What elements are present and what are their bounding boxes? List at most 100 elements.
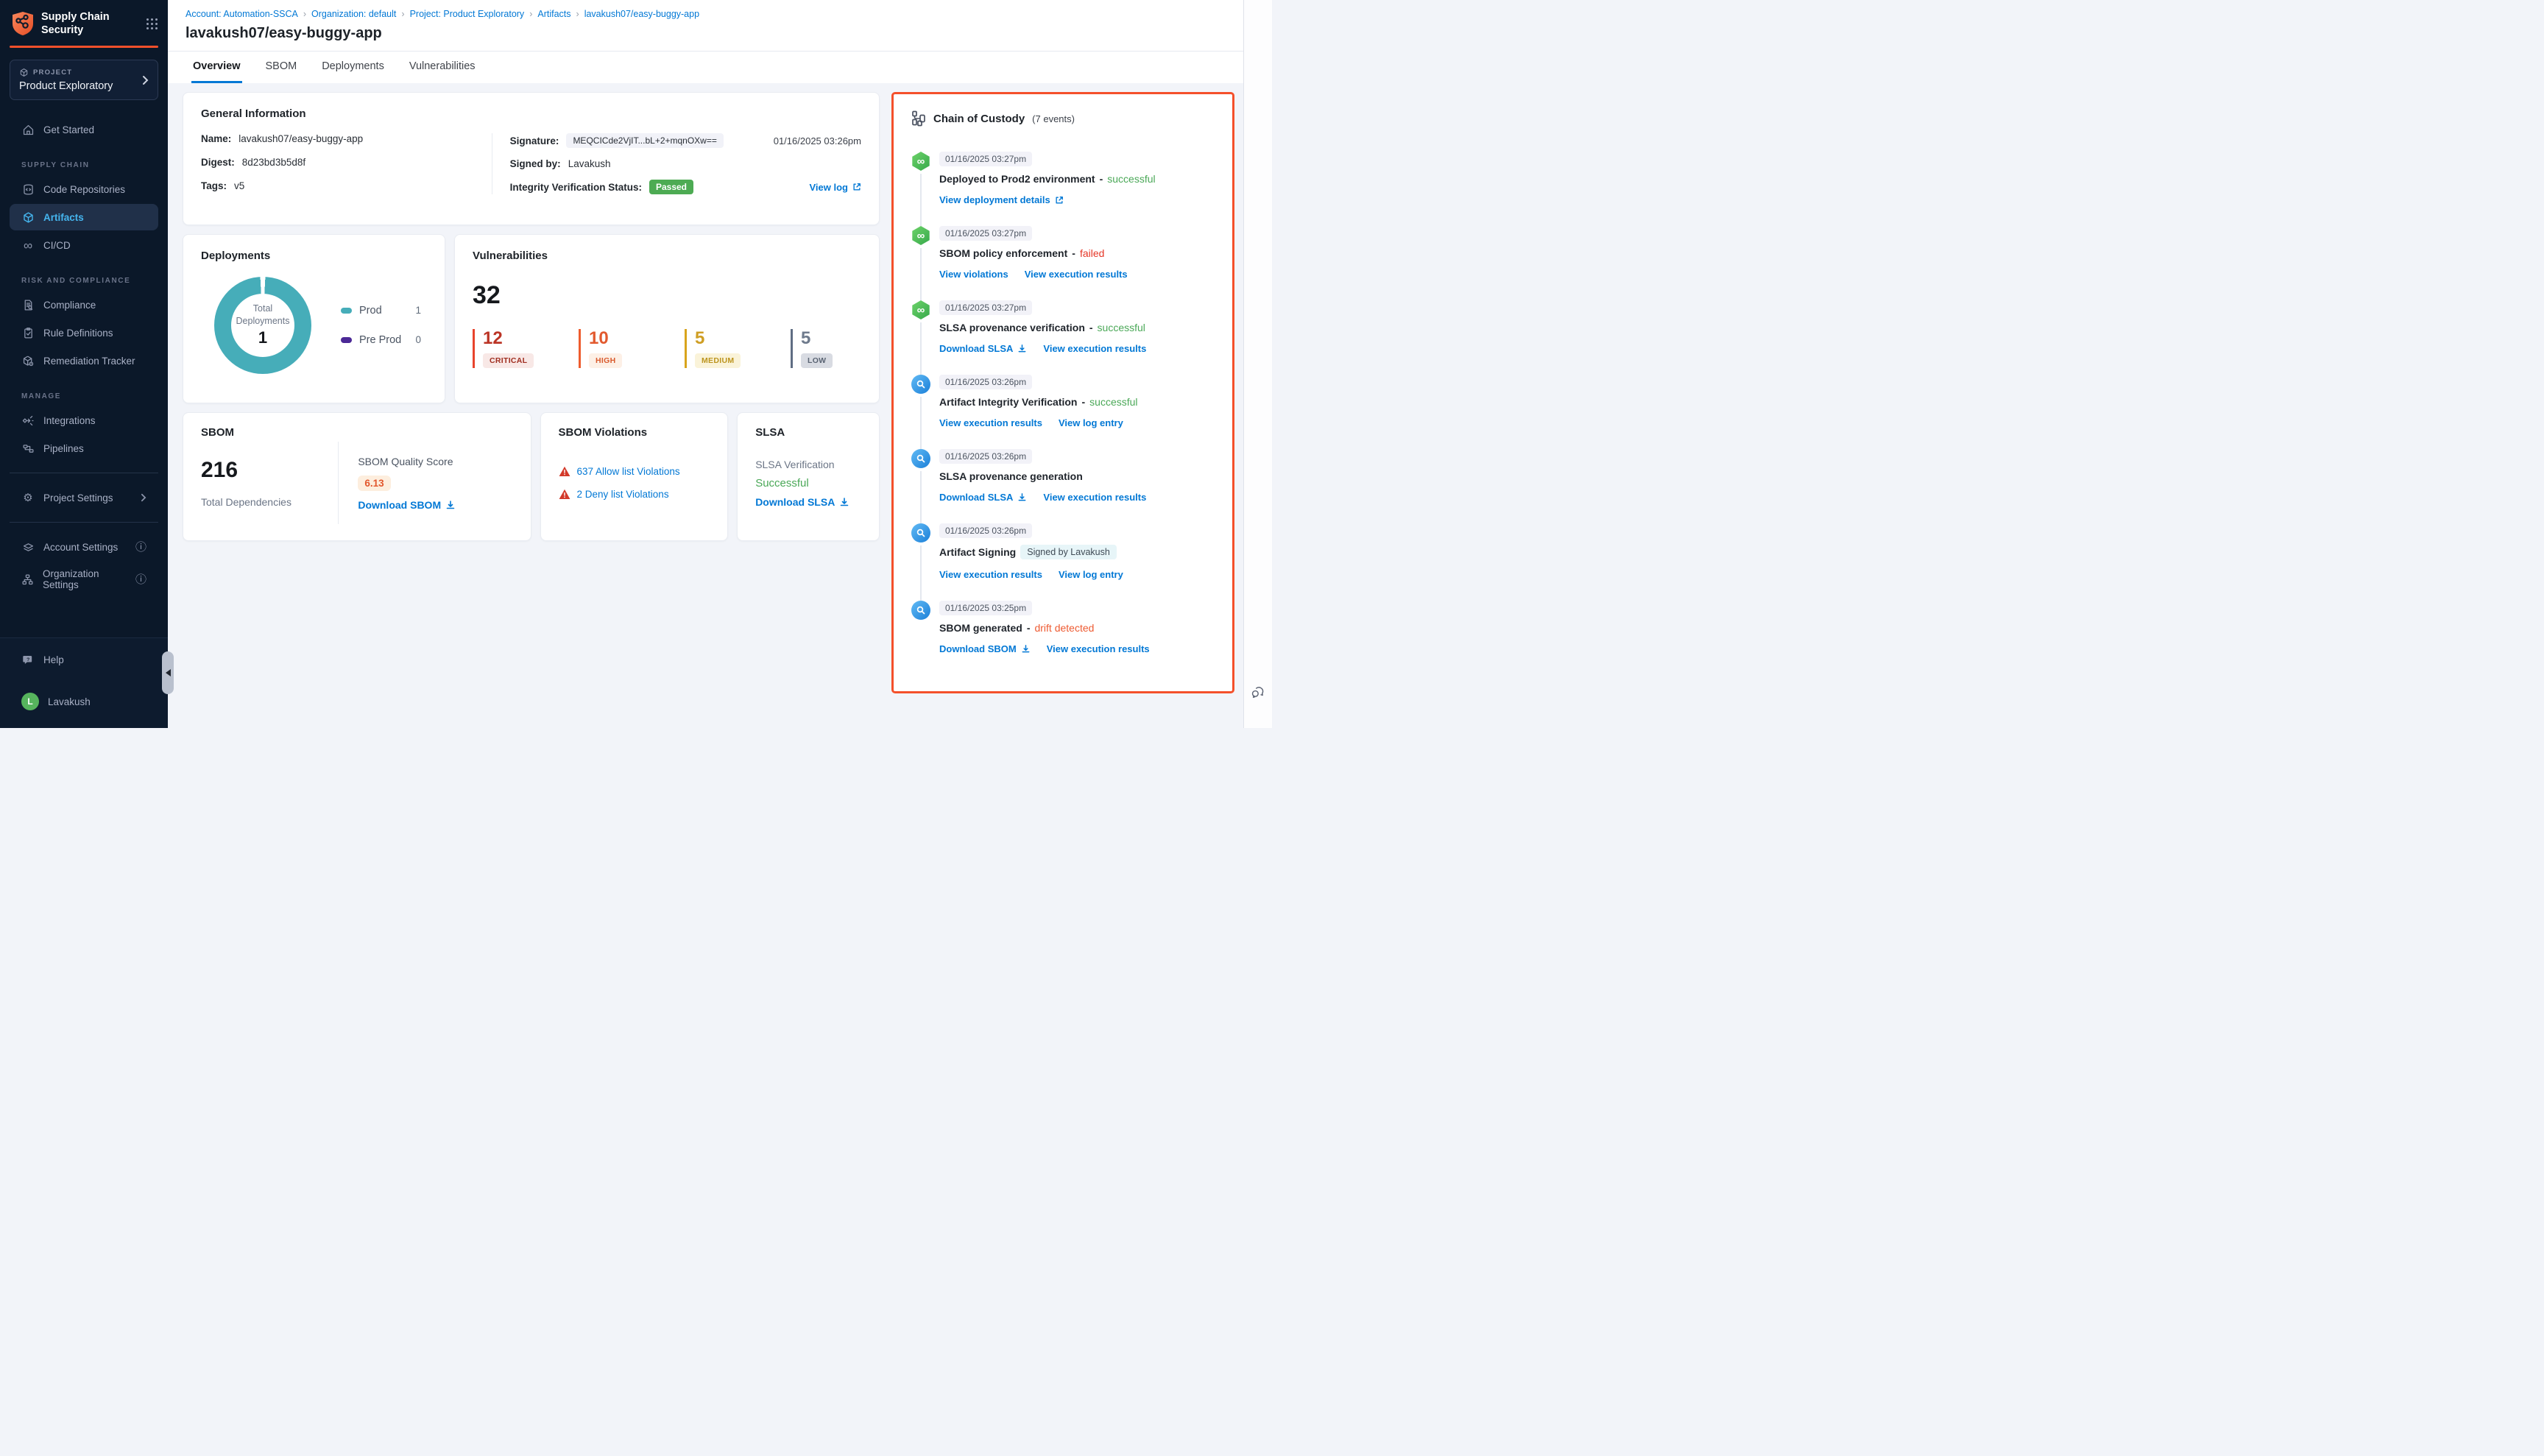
sidebar-item-compliance[interactable]: Compliance	[10, 291, 158, 318]
content-area: General Information Name: lavakush07/eas…	[168, 83, 1243, 728]
sidebar-item-pipelines[interactable]: Pipelines	[10, 435, 158, 462]
allow-list-violations-link[interactable]: 637 Allow list Violations	[577, 466, 680, 477]
user-name: Lavakush	[48, 696, 91, 707]
event-status: successful	[1107, 173, 1155, 185]
breadcrumb-artifact-name[interactable]: lavakush07/easy-buggy-app	[584, 9, 699, 19]
sidebar-item-cicd[interactable]: ∞ CI/CD	[10, 232, 158, 258]
breadcrumb-organization[interactable]: Organization: default	[311, 9, 396, 19]
total-dependencies-label: Total Dependencies	[201, 496, 338, 508]
event-status: successful	[1089, 396, 1137, 408]
sidebar-item-label: Artifacts	[43, 212, 84, 223]
sidebar-item-remediation-tracker[interactable]: Remediation Tracker	[10, 347, 158, 374]
right-rail	[1243, 0, 1272, 728]
event-status: failed	[1080, 247, 1104, 259]
tab-deployments[interactable]: Deployments	[320, 52, 386, 83]
sidebar-item-project-settings[interactable]: ⚙ Project Settings	[10, 484, 158, 511]
tab-overview[interactable]: Overview	[191, 52, 242, 83]
view-deployment-details-link[interactable]: View deployment details	[939, 194, 1064, 205]
status-badge: Passed	[649, 180, 693, 194]
slsa-card: SLSA SLSA Verification Successful Downlo…	[737, 412, 880, 541]
deny-list-violations-link[interactable]: 2 Deny list Violations	[577, 489, 669, 500]
warning-triangle-icon	[559, 489, 570, 500]
medium-count: 5	[695, 329, 755, 348]
timeline-connector	[920, 248, 922, 300]
signature-label: Signature:	[510, 135, 559, 146]
module-grid-icon[interactable]	[146, 18, 158, 29]
warning-triangle-icon	[559, 466, 570, 477]
clipboard-check-icon	[21, 326, 35, 339]
tab-vulnerabilities[interactable]: Vulnerabilities	[408, 52, 477, 83]
view-log-link[interactable]: View log	[810, 182, 862, 193]
breadcrumb-artifacts[interactable]: Artifacts	[537, 9, 570, 19]
breadcrumb-account[interactable]: Account: Automation-SSCA	[186, 9, 298, 19]
info-icon: ⓘ	[135, 542, 146, 553]
deployment-stage-icon: ∞	[911, 226, 930, 245]
event-timestamp: 01/16/2025 03:25pm	[939, 601, 1032, 615]
event-count: (7 events)	[1032, 113, 1075, 124]
account-layers-icon	[21, 540, 35, 554]
breadcrumb-separator: ›	[576, 9, 579, 19]
download-sbom-link[interactable]: Download SBOM	[358, 499, 512, 511]
download-slsa-link[interactable]: Download SLSA	[939, 343, 1027, 354]
app-title: Supply Chain Security	[41, 10, 139, 37]
sidebar-item-get-started[interactable]: Get Started	[10, 116, 158, 143]
download-sbom-link[interactable]: Download SBOM	[939, 643, 1031, 654]
scan-stage-icon	[911, 601, 930, 620]
event-title: SLSA provenance generation	[939, 470, 1083, 482]
project-cube-icon	[19, 68, 29, 77]
user-menu[interactable]: L Lavakush	[10, 686, 158, 717]
sidebar-item-code-repositories[interactable]: Code Repositories	[10, 176, 158, 202]
feedback-chat-icon[interactable]	[1251, 685, 1265, 700]
legend-item-prod: Prod 1	[341, 305, 421, 317]
view-execution-results-link[interactable]: View execution results	[1043, 343, 1146, 354]
timeline-event: 01/16/2025 03:26pm Artifact Integrity Ve…	[911, 375, 1215, 449]
signature-value[interactable]: MEQCICde2VjIT...bL+2+mqnOXw==	[566, 133, 723, 148]
organization-icon	[21, 573, 34, 586]
help-chat-icon: ?	[21, 653, 35, 666]
view-execution-results-link[interactable]: View execution results	[1047, 643, 1150, 654]
sidebar-item-help[interactable]: ? Help	[10, 646, 158, 673]
view-execution-results-link[interactable]: View execution results	[939, 569, 1042, 580]
download-slsa-link[interactable]: Download SLSA	[755, 496, 861, 508]
sidebar-item-integrations[interactable]: Integrations	[10, 407, 158, 434]
external-link-icon	[1055, 196, 1064, 205]
timeline-connector	[920, 471, 922, 523]
view-violations-link[interactable]: View violations	[939, 269, 1008, 280]
view-execution-results-link[interactable]: View execution results	[939, 417, 1042, 428]
view-log-entry-link[interactable]: View log entry	[1059, 569, 1123, 580]
sidebar-collapse-handle[interactable]	[162, 651, 174, 694]
breadcrumb-project[interactable]: Project: Product Exploratory	[410, 9, 525, 19]
view-execution-results-link[interactable]: View execution results	[1043, 492, 1146, 503]
sidebar-item-rule-definitions[interactable]: Rule Definitions	[10, 319, 158, 346]
prod-swatch	[341, 308, 352, 314]
event-title: Artifact Integrity Verification	[939, 396, 1077, 408]
event-title: Deployed to Prod2 environment	[939, 173, 1095, 185]
download-icon	[1021, 644, 1031, 654]
sidebar-item-artifacts[interactable]: Artifacts	[10, 204, 158, 230]
sidebar-item-account-settings[interactable]: Account Settings ⓘ	[10, 534, 158, 560]
tab-sbom[interactable]: SBOM	[264, 52, 299, 83]
event-timestamp: 01/16/2025 03:27pm	[939, 152, 1032, 166]
view-execution-results-link[interactable]: View execution results	[1025, 269, 1128, 280]
project-selector[interactable]: PROJECT Product Exploratory	[10, 60, 158, 100]
critical-badge: CRITICAL	[483, 353, 534, 368]
timeline-event: ∞ 01/16/2025 03:27pm Deployed to Prod2 e…	[911, 152, 1215, 226]
event-timeline: ∞ 01/16/2025 03:27pm Deployed to Prod2 e…	[911, 152, 1215, 675]
view-log-entry-link[interactable]: View log entry	[1059, 417, 1123, 428]
main-area: Account: Automation-SSCA › Organization: …	[168, 0, 1243, 728]
artifact-name-value: lavakush07/easy-buggy-app	[239, 133, 363, 144]
timeline-connector	[920, 397, 922, 449]
timeline-event: ∞ 01/16/2025 03:27pm SLSA provenance ver…	[911, 300, 1215, 375]
page-title: lavakush07/easy-buggy-app	[168, 19, 1243, 51]
deny-list-violations-row: 2 Deny list Violations	[559, 489, 710, 500]
tags-value: v5	[234, 180, 244, 191]
svg-text:?: ?	[26, 657, 29, 662]
event-title: SBOM policy enforcement	[939, 247, 1067, 259]
download-slsa-link[interactable]: Download SLSA	[939, 492, 1027, 503]
high-count: 10	[589, 329, 649, 348]
sidebar-item-organization-settings[interactable]: Organization Settings ⓘ	[10, 562, 158, 597]
sidebar-item-label: Get Started	[43, 124, 94, 135]
breadcrumb: Account: Automation-SSCA › Organization: …	[168, 0, 1243, 19]
sidebar-item-label: Organization Settings	[43, 568, 127, 590]
chain-of-custody-icon	[911, 110, 926, 127]
